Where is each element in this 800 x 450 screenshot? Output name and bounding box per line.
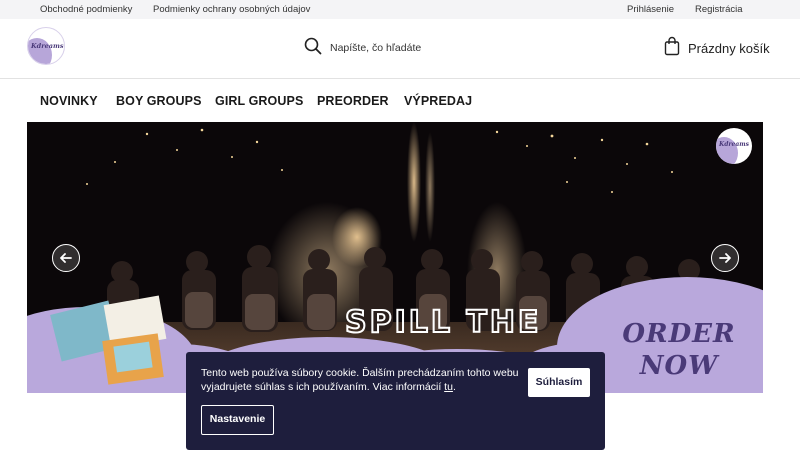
order-line-1: ORDER	[622, 319, 736, 349]
order-line-2: NOW	[639, 351, 719, 381]
cart-button[interactable]: Prázdny košík	[664, 36, 770, 61]
nav-item-vypredaj[interactable]: VÝPREDAJ	[404, 94, 472, 108]
nav-item-novinky[interactable]: NOVINKY	[40, 94, 98, 108]
cookie-message-end: .	[452, 381, 456, 393]
carousel-next-button[interactable]	[711, 244, 739, 272]
logo-text: Kdreams	[31, 42, 64, 50]
nav-item-boy-groups[interactable]: BOY GROUPS	[116, 94, 202, 108]
hero-logo-text: Kdreams	[718, 141, 749, 148]
order-now-text: ORDER NOW	[609, 318, 749, 382]
cart-label: Prázdny košík	[688, 40, 770, 56]
cookie-consent-dialog: Tento web používa súbory cookie. Ďalším …	[186, 352, 605, 450]
cookie-message-text: Tento web používa súbory cookie. Ďalším …	[201, 367, 519, 393]
site-header: Kdreams Napíšte, čo hľadáte Prázdny koší…	[0, 19, 800, 79]
register-link[interactable]: Registrácia	[695, 4, 743, 15]
hero-logo: Kdreams	[716, 128, 752, 164]
main-navigation: NOVINKY BOY GROUPS GIRL GROUPS PREORDER …	[0, 80, 800, 122]
privacy-link[interactable]: Podmienky ochrany osobných údajov	[153, 4, 310, 15]
top-utility-bar: Obchodné podmienky Podmienky ochrany oso…	[0, 0, 800, 19]
cookie-message: Tento web používa súbory cookie. Ďalším …	[201, 366, 521, 394]
cookie-accept-button[interactable]: Súhlasím	[528, 368, 590, 397]
search-placeholder[interactable]: Napíšte, čo hľadáte	[330, 42, 421, 54]
cookie-info-link[interactable]: tu	[444, 381, 453, 393]
arrow-left-icon	[60, 253, 72, 263]
terms-link[interactable]: Obchodné podmienky	[40, 4, 132, 15]
banner-text: SPILL THE	[345, 305, 542, 340]
nav-item-girl-groups[interactable]: GIRL GROUPS	[215, 94, 303, 108]
login-link[interactable]: Prihlásenie	[627, 4, 674, 15]
carousel-prev-button[interactable]	[52, 244, 80, 272]
search-input[interactable]: Napíšte, čo hľadáte	[304, 37, 421, 60]
shopping-bag-icon	[664, 36, 680, 61]
arrow-right-icon	[719, 253, 731, 263]
nav-item-preorder[interactable]: PREORDER	[317, 94, 389, 108]
cookie-settings-button[interactable]: Nastavenie	[201, 405, 274, 435]
search-icon[interactable]	[304, 37, 322, 60]
site-logo[interactable]: Kdreams	[27, 27, 65, 65]
